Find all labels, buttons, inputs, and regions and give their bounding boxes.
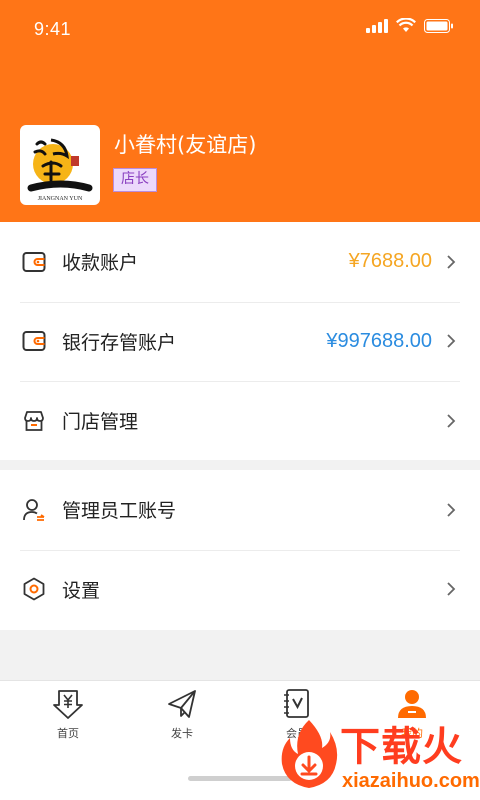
row-label: 收款账户 [62,252,139,275]
chevron-right-icon [447,582,456,596]
tab-label: 首页 [57,727,79,740]
status-bar: 9:41 [0,0,480,60]
tab-issue-card[interactable]: 发卡 [122,687,242,747]
row-manage-staff[interactable]: 管理员工账号 [0,470,480,550]
role-badge: 店长 [113,168,157,192]
watermark-subtitle: xiazaihuo.com [342,770,480,792]
chevron-right-icon [447,255,456,269]
balance-value: ¥7688.00 [348,250,432,273]
svg-text:JIANGNAN YUN: JIANGNAN YUN [38,196,83,202]
row-bank-depository-account[interactable]: 银行存管账户 ¥997688.00 [0,301,480,382]
row-label: 管理员工账号 [62,500,177,523]
status-time: 9:41 [34,19,72,39]
profile-header: 9:41 JIANGNAN YUN 小眷村(友谊店) 店长 [0,0,480,222]
row-store-management[interactable]: 门店管理 [0,381,480,461]
store-logo: JIANGNAN YUN [20,125,100,205]
staff-icon [22,498,46,522]
battery-icon [424,18,453,33]
row-label: 门店管理 [62,411,139,434]
settings-hexagon-icon [22,577,46,601]
home-indicator [188,776,292,781]
chevron-right-icon [447,334,456,348]
chevron-right-icon [447,503,456,517]
row-receipt-account[interactable]: 收款账户 ¥7688.00 [0,222,480,302]
row-label: 银行存管账户 [62,331,177,354]
home-yen-icon [53,690,83,719]
flame-download-icon [281,720,338,788]
row-label: 设置 [62,579,101,602]
status-icons [366,18,454,33]
accounts-card: 收款账户 ¥7688.00 银行存管账户 ¥997688.00 门店管理 [0,222,480,460]
send-plane-icon [168,690,196,718]
store-icon [22,409,46,433]
tab-home[interactable]: 首页 [8,687,128,747]
signal-icon [366,18,388,33]
store-name: 小眷村(友谊店) [114,133,257,157]
wallet-icon [22,329,46,353]
wallet-icon [22,250,46,274]
jiangnanyun-logo-icon: JIANGNAN YUN [27,138,93,202]
settings-card: 管理员工账号 设置 [0,470,480,630]
watermark: 下载火 xiazaihuo.com [278,714,480,798]
wifi-icon [396,18,416,32]
balance-value: ¥997688.00 [326,329,432,352]
tab-label: 发卡 [171,727,193,740]
chevron-right-icon [447,414,456,428]
row-settings[interactable]: 设置 [0,549,480,630]
watermark-title: 下载火 [340,724,463,770]
